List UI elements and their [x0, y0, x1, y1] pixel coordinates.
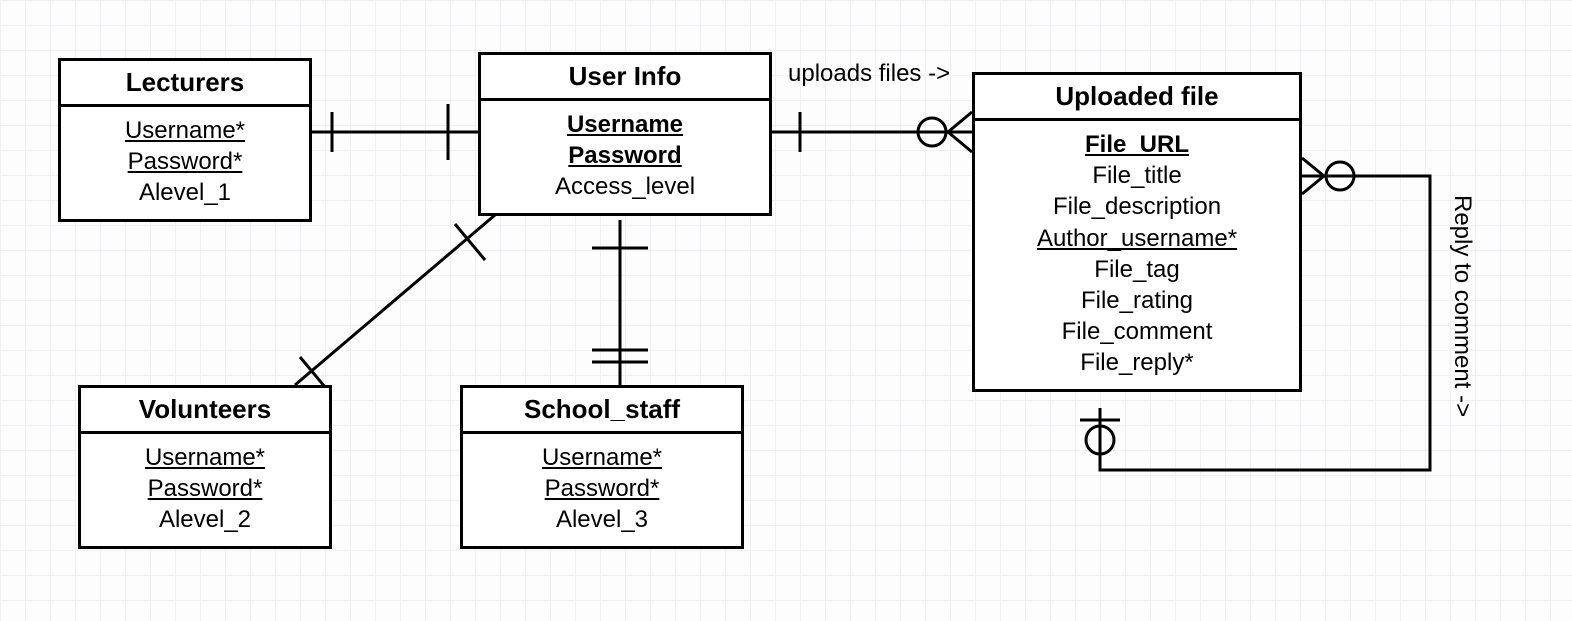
entity-title: Uploaded file	[975, 75, 1299, 121]
entity-attrs: UsernamePasswordAccess_level	[481, 101, 769, 213]
attribute: Alevel_1	[71, 177, 299, 208]
rel-schoolstaff-userinfo	[592, 220, 648, 385]
attribute: File_description	[985, 191, 1289, 222]
entity-userinfo: User Info UsernamePasswordAccess_level	[478, 52, 772, 216]
attribute: File_title	[985, 160, 1289, 191]
attribute: Password*	[71, 146, 299, 177]
attribute: Username*	[71, 115, 299, 146]
entity-attrs: Username*Password*Alevel_2	[81, 434, 329, 546]
attribute: Username	[491, 109, 759, 140]
rel-userinfo-uploadedfile	[772, 112, 972, 152]
attribute: Password	[491, 140, 759, 171]
entity-volunteers: Volunteers Username*Password*Alevel_2	[78, 385, 332, 549]
attribute: Alevel_3	[473, 504, 731, 535]
attribute: Password*	[473, 473, 731, 504]
attribute: Alevel_2	[91, 504, 319, 535]
attribute: File_reply*	[985, 347, 1289, 378]
attribute: Username*	[91, 442, 319, 473]
entity-schoolstaff: School_staff Username*Password*Alevel_3	[460, 385, 744, 549]
attribute: Username*	[473, 442, 731, 473]
entity-title: Lecturers	[61, 61, 309, 107]
rel-lecturers-userinfo	[312, 104, 478, 160]
attribute: File_tag	[985, 254, 1289, 285]
entity-title: User Info	[481, 55, 769, 101]
rel-volunteers-userinfo	[295, 215, 495, 393]
attribute: File_rating	[985, 285, 1289, 316]
entity-uploadedfile: Uploaded file File_URLFile_titleFile_des…	[972, 72, 1302, 392]
entity-title: School_staff	[463, 388, 741, 434]
entity-lecturers: Lecturers Username*Password*Alevel_1	[58, 58, 312, 222]
attribute: File_comment	[985, 316, 1289, 347]
entity-attrs: Username*Password*Alevel_1	[61, 107, 309, 219]
entity-title: Volunteers	[81, 388, 329, 434]
entity-attrs: Username*Password*Alevel_3	[463, 434, 741, 546]
attribute: Password*	[91, 473, 319, 504]
attribute: Access_level	[491, 171, 759, 202]
entity-attrs: File_URLFile_titleFile_descriptionAuthor…	[975, 121, 1299, 389]
attribute: File_URL	[985, 129, 1289, 160]
attribute: Author_username*	[985, 223, 1289, 254]
label-reply: Reply to comment ->	[1448, 195, 1476, 417]
label-uploads: uploads files ->	[788, 60, 950, 88]
